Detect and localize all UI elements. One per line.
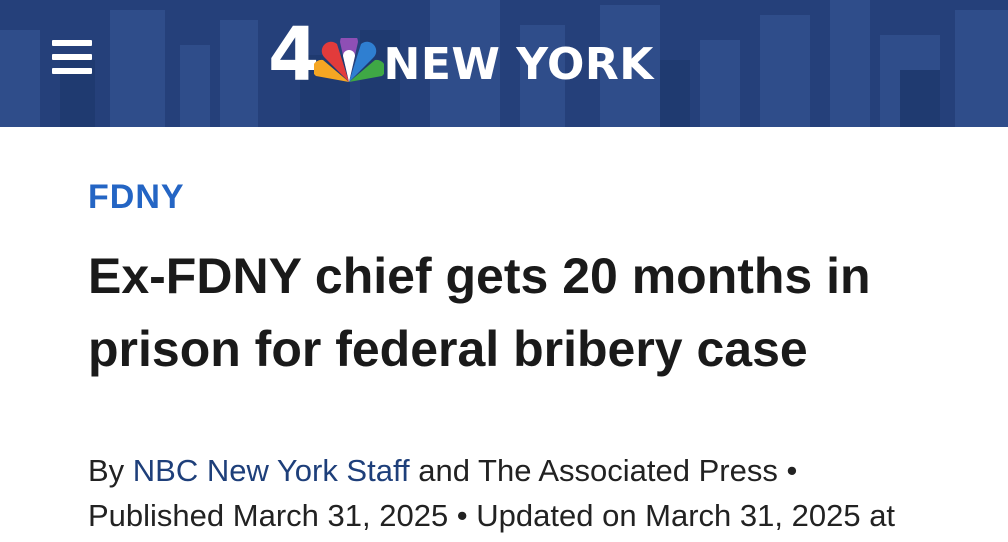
hamburger-menu-icon[interactable]	[52, 40, 92, 76]
publish-date: Published March 31, 2025 • Updated on Ma…	[88, 498, 896, 533]
category-link[interactable]: FDNY	[88, 178, 185, 217]
byline-coauthor: and The Associated Press •	[409, 453, 798, 488]
author-link[interactable]: NBC New York Staff	[133, 453, 410, 488]
logo-channel-number: 4	[268, 12, 319, 98]
site-header: 4 NEW YORK	[0, 0, 1008, 127]
nbc-peacock-icon	[313, 38, 384, 82]
menu-bar-top	[52, 40, 92, 46]
byline-prefix: By	[88, 453, 133, 488]
logo-station-name: NEW YORK	[383, 39, 654, 90]
article-byline: By NBC New York Staff and The Associated…	[88, 448, 968, 538]
site-logo[interactable]: 4 NEW YORK	[268, 12, 654, 98]
menu-bar-bottom	[52, 68, 92, 74]
article-headline: Ex-FDNY chief gets 20 months in prison f…	[88, 248, 871, 377]
menu-bar-middle	[52, 54, 92, 60]
